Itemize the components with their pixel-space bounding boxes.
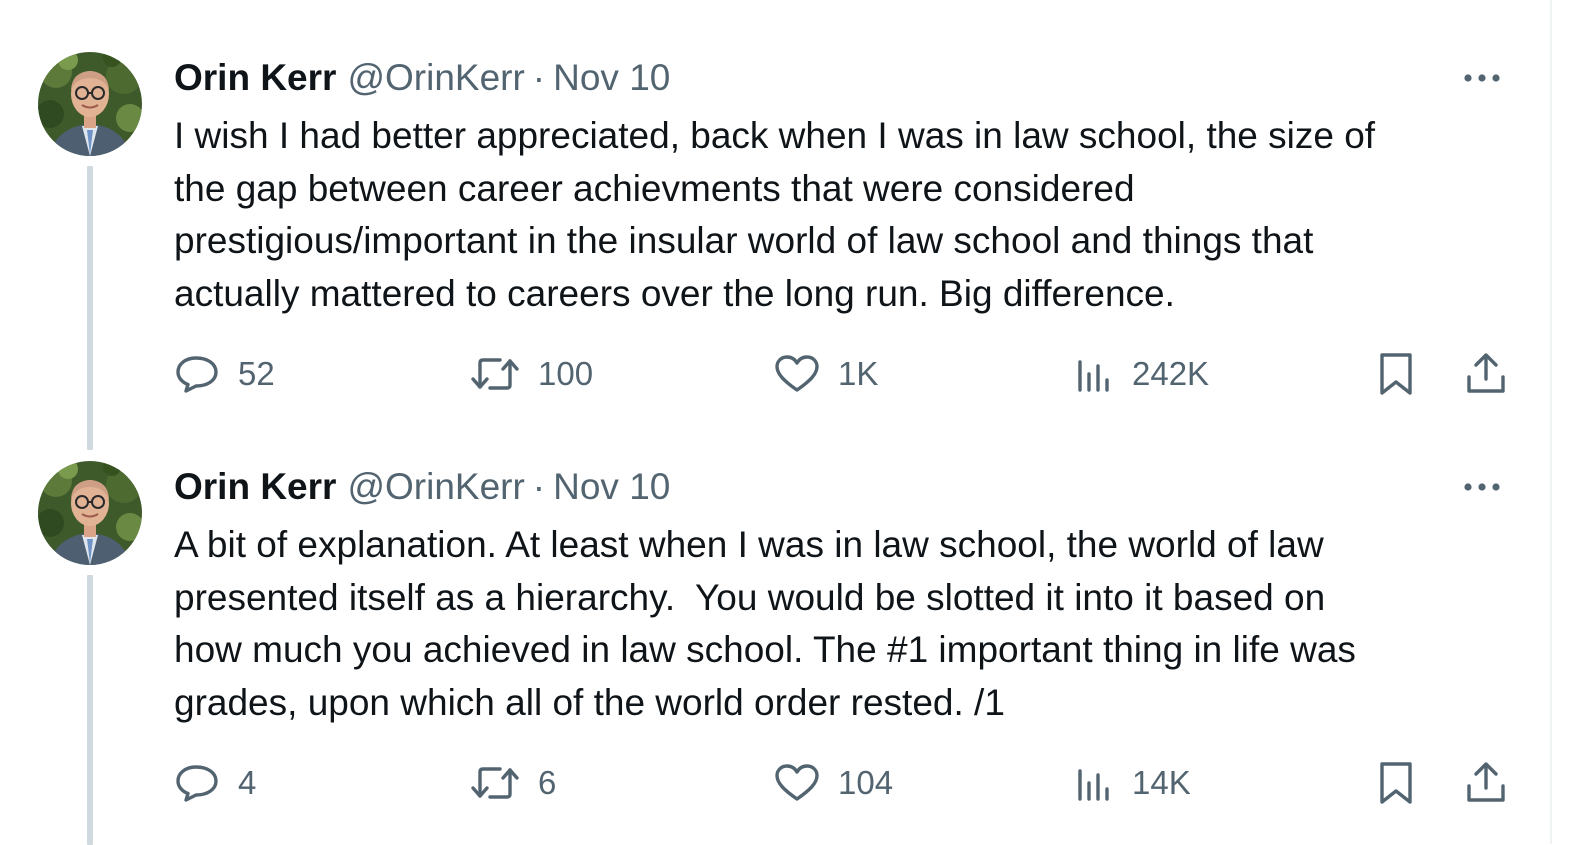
tweet-date[interactable]: Nov 10	[553, 466, 670, 508]
views-chart-icon	[1078, 769, 1109, 801]
reply-icon	[176, 765, 218, 802]
repost-count: 6	[538, 764, 557, 801]
like-count: 1K	[838, 355, 879, 392]
display-name[interactable]: Orin Kerr	[174, 466, 336, 508]
display-name[interactable]: Orin Kerr	[174, 57, 336, 99]
tweet-text: I wish I had better appreciated, back wh…	[174, 115, 1376, 314]
user-handle[interactable]: @OrinKerr	[347, 466, 524, 508]
reply-count: 4	[238, 764, 257, 801]
reply-button[interactable]: 4	[174, 757, 256, 809]
share-button[interactable]	[1464, 348, 1508, 400]
views-button[interactable]: 14K	[1074, 757, 1191, 809]
tweet[interactable]: Orin Kerr @OrinKerr · Nov 10 A bit of ex…	[0, 461, 1550, 845]
repost-button[interactable]: 100	[470, 348, 593, 400]
tweet-header: Orin Kerr @OrinKerr · Nov 10	[174, 463, 670, 511]
repost-icon	[471, 358, 519, 390]
separator-dot: ·	[532, 466, 546, 507]
heart-icon	[775, 764, 819, 801]
more-options-button[interactable]	[1460, 469, 1504, 505]
views-chart-icon	[1078, 360, 1109, 392]
views-count: 242K	[1132, 355, 1210, 392]
views-button[interactable]: 242K	[1074, 348, 1209, 400]
separator-dot: ·	[532, 57, 546, 98]
more-horizontal-icon	[1464, 74, 1500, 82]
share-button[interactable]	[1464, 757, 1508, 809]
share-icon	[1467, 353, 1505, 393]
thread-line	[87, 575, 93, 845]
repost-button[interactable]: 6	[470, 757, 556, 809]
tweet-header: Orin Kerr @OrinKerr · Nov 10	[174, 54, 670, 102]
views-count: 14K	[1132, 764, 1191, 801]
like-count: 104	[838, 764, 894, 801]
reply-count: 52	[238, 355, 275, 392]
reply-button[interactable]: 52	[174, 348, 275, 400]
repost-count: 100	[538, 355, 594, 392]
avatar[interactable]	[38, 52, 142, 156]
repost-icon	[471, 767, 519, 799]
timeline-border	[1550, 0, 1552, 844]
bookmark-icon	[1380, 353, 1412, 395]
tweet-date[interactable]: Nov 10	[553, 57, 670, 99]
like-button[interactable]: 1K	[774, 348, 878, 400]
tweet-text: A bit of explanation. At least when I wa…	[174, 524, 1356, 723]
share-icon	[1467, 762, 1505, 802]
more-options-button[interactable]	[1460, 60, 1504, 96]
tweet-actions: 52 100 1K 242K	[174, 348, 1514, 400]
tweet-actions: 4 6 104 14K	[174, 757, 1514, 809]
user-handle[interactable]: @OrinKerr	[347, 57, 524, 99]
bookmark-button[interactable]	[1374, 348, 1418, 400]
heart-icon	[775, 355, 819, 392]
more-horizontal-icon	[1464, 483, 1500, 491]
bookmark-icon	[1380, 762, 1412, 804]
tweet[interactable]: Orin Kerr @OrinKerr · Nov 10 I wish I ha…	[0, 52, 1550, 462]
thread-line	[87, 166, 93, 450]
bookmark-button[interactable]	[1374, 757, 1418, 809]
avatar[interactable]	[38, 461, 142, 565]
reply-icon	[176, 356, 218, 393]
like-button[interactable]: 104	[774, 757, 893, 809]
